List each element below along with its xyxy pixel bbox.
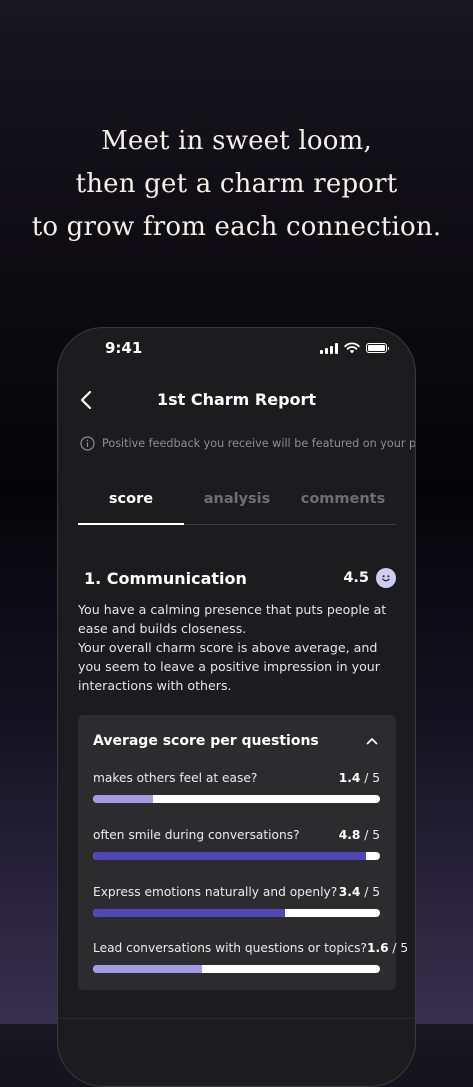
score-bar-fill — [93, 852, 366, 860]
description-paragraph: Your overall charm score is above averag… — [78, 640, 380, 693]
battery-icon — [366, 343, 389, 353]
tab-analysis[interactable]: analysis — [184, 486, 290, 524]
info-notice: Positive feedback you receive will be fe… — [80, 436, 416, 451]
headline-line: to grow from each connection. — [31, 212, 442, 242]
page-title: 1st Charm Report — [156, 390, 317, 409]
question-score: 1.4 / 5 — [338, 771, 380, 785]
info-text: Positive feedback you receive will be fe… — [102, 437, 416, 450]
status-icons — [320, 342, 389, 354]
nav-bar: 1st Charm Report — [58, 384, 415, 416]
headline: Meet in sweet loom, then get a charm rep… — [0, 120, 473, 249]
score-bar-fill — [93, 909, 286, 917]
card-title: Average score per questions — [93, 733, 319, 749]
question-scores-card: Average score per questions makes others… — [78, 715, 408, 990]
question-text: makes others feel at ease? — [93, 771, 258, 785]
section-score: 4.5 — [343, 568, 396, 588]
question-score: 1.6 / 5 — [366, 941, 409, 955]
chevron-up-icon — [366, 738, 378, 745]
status-bar: 9:41 — [58, 328, 415, 372]
score-bar — [93, 965, 380, 973]
wifi-icon — [344, 342, 360, 354]
question-row: makes others feel at ease? 1.4 / 5 — [93, 771, 380, 803]
question-text: often smile during conversations? — [93, 828, 300, 842]
status-time: 9:41 — [105, 339, 143, 357]
section-score-value: 4.5 — [343, 570, 369, 586]
info-icon — [80, 436, 95, 451]
tab-score[interactable]: score — [78, 486, 184, 525]
signal-icon — [320, 342, 338, 354]
section-header: 1. Communication 4.5 — [84, 568, 396, 588]
score-bar-fill — [93, 965, 203, 973]
question-text: Lead conversations with questions or top… — [93, 941, 367, 955]
score-bar-fill — [93, 795, 154, 803]
section-description: You have a calming presence that puts pe… — [78, 600, 396, 695]
divider — [58, 1018, 415, 1019]
question-text: Express emotions naturally and openly? — [93, 885, 338, 899]
card-header: Average score per questions — [93, 732, 381, 750]
section-title: 1. Communication — [84, 568, 247, 588]
tab-comments[interactable]: comments — [290, 486, 396, 524]
score-bar — [93, 909, 380, 917]
headline-line: Meet in sweet loom, — [101, 126, 372, 156]
question-row: Lead conversations with questions or top… — [93, 941, 408, 973]
question-score: 4.8 / 5 — [338, 828, 380, 842]
smile-icon — [376, 568, 396, 588]
question-row: often smile during conversations? 4.8 / … — [93, 828, 380, 860]
tab-bar: score analysis comments — [78, 486, 396, 525]
description-paragraph: You have a calming presence that puts pe… — [78, 602, 387, 636]
phone-mockup: 9:41 1st Charm Report Positive feedback … — [57, 327, 416, 1087]
score-bar — [93, 852, 380, 860]
headline-line: then get a charm report — [75, 169, 398, 199]
score-bar — [93, 795, 380, 803]
question-score: 3.4 / 5 — [338, 885, 380, 899]
collapse-button[interactable] — [363, 732, 381, 750]
question-row: Express emotions naturally and openly? 3… — [93, 885, 380, 917]
